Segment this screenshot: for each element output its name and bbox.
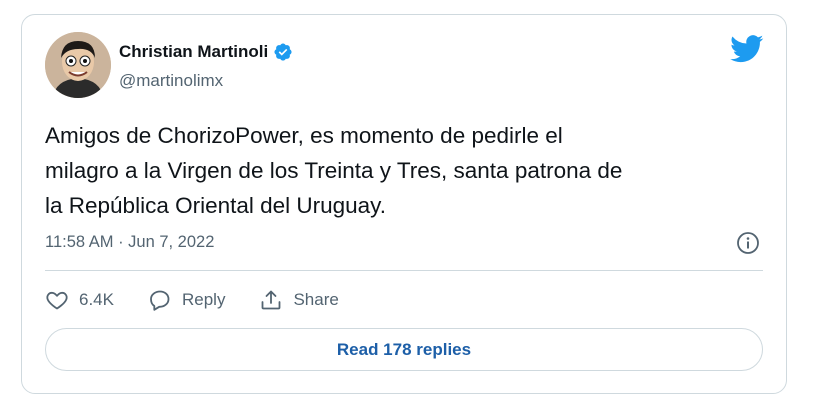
reply-label: Reply — [181, 290, 226, 309]
divider — [45, 270, 763, 271]
read-replies-button[interactable]: Read 178 replies — [45, 328, 763, 371]
share-label: Share — [293, 290, 339, 309]
heart-icon — [46, 291, 68, 310]
tweet-meta: 11:58 AM · Jun 7, 2022 — [45, 231, 760, 255]
verified-badge-icon — [273, 42, 293, 62]
tweet-actions: 6.4K Reply Share — [45, 285, 373, 315]
author-name-row: Christian Martinoli — [119, 42, 293, 62]
tweet-text: Amigos de ChorizoPower, es momento de pe… — [45, 123, 623, 218]
author-display-name[interactable]: Christian Martinoli — [119, 42, 268, 62]
tweet-card: Christian Martinoli @martinolimx Amigos … — [21, 14, 787, 394]
like-count: 6.4K — [79, 290, 114, 309]
reply-button[interactable]: Reply — [148, 288, 225, 312]
share-upload-icon — [262, 290, 281, 310]
like-button[interactable]: 6.4K — [45, 288, 114, 312]
reply-bubble-icon — [150, 290, 170, 311]
avatar-image — [45, 32, 111, 98]
info-icon[interactable] — [736, 231, 760, 255]
avatar[interactable] — [45, 32, 111, 98]
author-handle[interactable]: @martinolimx — [119, 71, 223, 91]
twitter-bird-icon[interactable] — [730, 35, 764, 63]
tweet-timestamp[interactable]: 11:58 AM · Jun 7, 2022 — [45, 233, 214, 252]
share-button[interactable]: Share — [259, 288, 339, 312]
